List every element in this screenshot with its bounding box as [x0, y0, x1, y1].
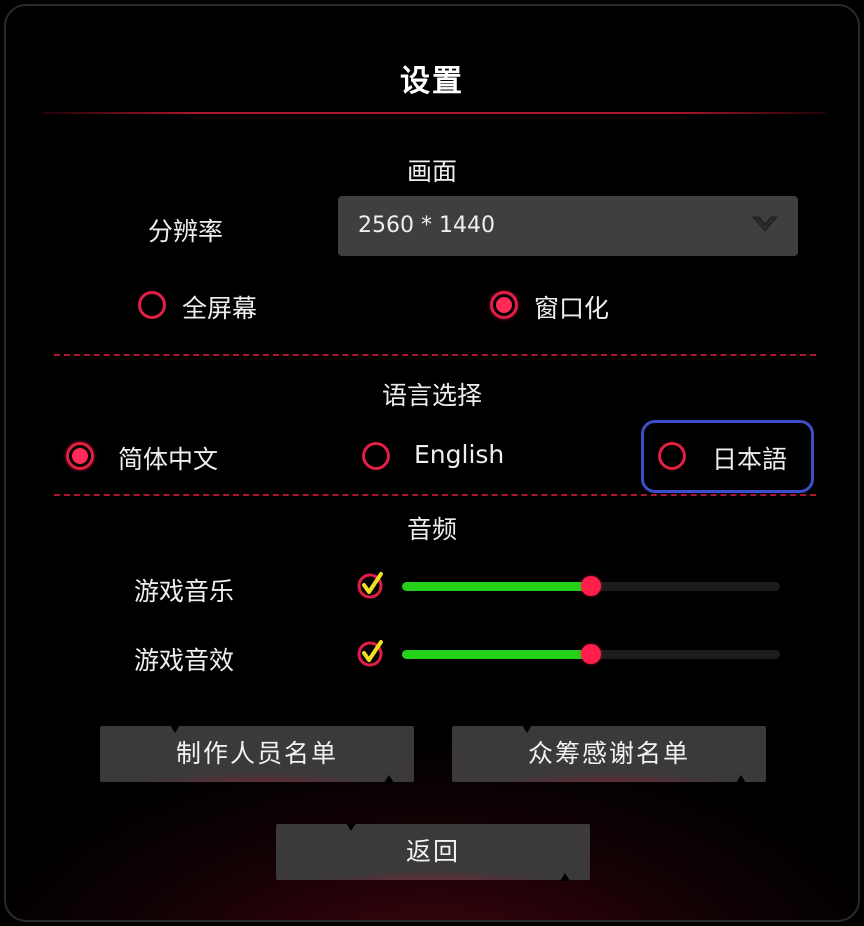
- checkmark-icon[interactable]: [356, 570, 386, 600]
- button-notch: [522, 725, 532, 733]
- resolution-dropdown[interactable]: 2560 * 1440: [338, 196, 798, 256]
- audio-section-title: 音频: [406, 515, 457, 544]
- button-notch: [560, 873, 570, 881]
- dialog-title: 设置: [400, 64, 464, 99]
- language-label-en[interactable]: English: [414, 440, 504, 469]
- windowed-radio[interactable]: [490, 291, 518, 319]
- music-volume-handle[interactable]: [581, 576, 601, 596]
- button-notch: [736, 775, 746, 783]
- music-label: 游戏音乐: [134, 577, 235, 606]
- credits-button[interactable]: 制作人员名单: [100, 725, 414, 783]
- sfx-volume-handle[interactable]: [581, 644, 601, 664]
- settings-dialog: 设置 画面 分辨率 2560 * 1440 全屏幕 窗口化 语言选择 简体中文 …: [4, 4, 860, 922]
- section-divider: [54, 354, 816, 356]
- sfx-volume-slider[interactable]: [402, 644, 780, 664]
- fullscreen-label[interactable]: 全屏幕: [182, 289, 257, 325]
- chevron-down-icon: [751, 216, 779, 232]
- language-radio-ja[interactable]: [658, 442, 686, 470]
- windowed-label[interactable]: 窗口化: [534, 289, 609, 325]
- resolution-label: 分辨率: [148, 217, 224, 246]
- language-label-ja[interactable]: 日本語: [712, 440, 787, 476]
- section-divider: [54, 494, 816, 496]
- language-radio-zh[interactable]: [66, 442, 94, 470]
- sfx-volume-fill: [402, 650, 591, 659]
- button-notch: [170, 725, 180, 733]
- button-notch: [346, 823, 356, 831]
- sfx-label: 游戏音效: [134, 646, 235, 675]
- language-label-zh[interactable]: 简体中文: [118, 440, 218, 476]
- display-section-title: 画面: [406, 157, 457, 186]
- checkmark-icon[interactable]: [356, 638, 386, 668]
- title-divider: [42, 112, 826, 114]
- button-notch: [384, 775, 394, 783]
- music-volume-slider[interactable]: [402, 576, 780, 596]
- music-volume-fill: [402, 582, 591, 591]
- resolution-value: 2560 * 1440: [358, 213, 495, 238]
- language-radio-en[interactable]: [362, 442, 390, 470]
- back-button[interactable]: 返回: [276, 823, 590, 881]
- language-section-title: 语言选择: [381, 381, 482, 410]
- fullscreen-radio[interactable]: [138, 291, 166, 319]
- crowdfunding-thanks-button[interactable]: 众筹感谢名单: [452, 725, 766, 783]
